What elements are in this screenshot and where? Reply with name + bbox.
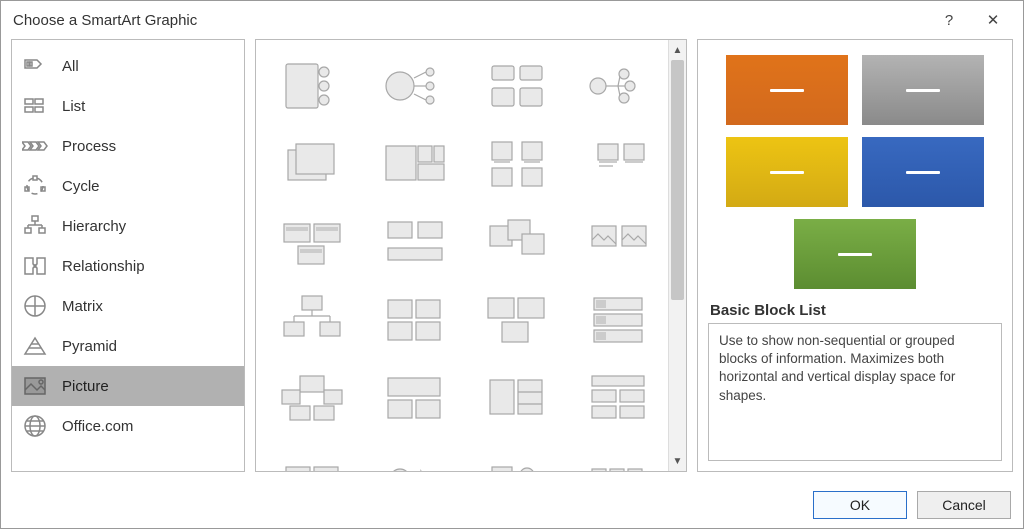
layout-thumb[interactable] — [266, 284, 360, 356]
layout-thumb[interactable] — [572, 50, 666, 122]
category-label: Picture — [62, 378, 109, 395]
preview-title: Basic Block List — [698, 294, 1012, 323]
layout-thumb[interactable] — [368, 128, 462, 200]
cycle-icon — [22, 173, 48, 199]
preview-panel: Basic Block List Use to show non-sequent… — [697, 39, 1013, 472]
layout-thumb[interactable] — [368, 440, 462, 471]
category-label: Matrix — [62, 298, 103, 315]
category-relationship[interactable]: Relationship — [12, 246, 244, 286]
gallery-scrollbar[interactable]: ▲ ▼ — [668, 40, 686, 471]
layout-thumb[interactable] — [470, 284, 564, 356]
dialog-body: All List Process Cycle — [1, 39, 1023, 482]
layout-thumb[interactable] — [368, 50, 462, 122]
pyramid-icon — [22, 333, 48, 359]
titlebar-controls: ? ✕ — [927, 5, 1015, 35]
layout-thumb[interactable] — [470, 128, 564, 200]
process-icon — [22, 133, 48, 159]
preview-block — [726, 137, 848, 207]
category-officecom[interactable]: Office.com — [12, 406, 244, 446]
category-label: List — [62, 98, 85, 115]
layout-thumb[interactable] — [266, 362, 360, 434]
category-label: All — [62, 58, 79, 75]
smartart-dialog: Choose a SmartArt Graphic ? ✕ All List — [0, 0, 1024, 529]
category-pyramid[interactable]: Pyramid — [12, 326, 244, 366]
layout-thumb[interactable] — [266, 440, 360, 471]
preview-block — [726, 55, 848, 125]
matrix-icon — [22, 293, 48, 319]
dialog-title: Choose a SmartArt Graphic — [13, 12, 197, 29]
preview-image — [698, 40, 1012, 294]
layout-thumb[interactable] — [470, 440, 564, 471]
category-label: Relationship — [62, 258, 145, 275]
layout-thumb[interactable] — [470, 50, 564, 122]
scroll-thumb[interactable] — [671, 60, 684, 300]
layout-thumb[interactable] — [572, 128, 666, 200]
scroll-down-button[interactable]: ▼ — [669, 451, 686, 471]
gallery-grid — [266, 50, 666, 471]
category-all[interactable]: All — [12, 46, 244, 86]
hierarchy-icon — [22, 213, 48, 239]
gallery-scroll-region[interactable] — [256, 40, 668, 471]
layout-thumb[interactable] — [470, 362, 564, 434]
category-label: Pyramid — [62, 338, 117, 355]
cancel-button[interactable]: Cancel — [917, 491, 1011, 519]
titlebar: Choose a SmartArt Graphic ? ✕ — [1, 1, 1023, 39]
preview-block — [794, 219, 916, 289]
layout-thumb[interactable] — [266, 206, 360, 278]
scroll-up-button[interactable]: ▲ — [669, 40, 686, 60]
category-list-item[interactable]: List — [12, 86, 244, 126]
close-icon: ✕ — [987, 11, 1000, 29]
layout-gallery: ▲ ▼ — [255, 39, 687, 472]
relationship-icon — [22, 253, 48, 279]
category-label: Cycle — [62, 178, 100, 195]
scroll-track[interactable] — [669, 60, 686, 451]
layout-thumb[interactable] — [572, 440, 666, 471]
category-picture[interactable]: Picture — [12, 366, 244, 406]
category-label: Office.com — [62, 418, 133, 435]
close-button[interactable]: ✕ — [971, 5, 1015, 35]
layout-thumb[interactable] — [572, 206, 666, 278]
all-icon — [22, 53, 48, 79]
layout-thumb[interactable] — [470, 206, 564, 278]
category-hierarchy[interactable]: Hierarchy — [12, 206, 244, 246]
layout-thumb[interactable] — [368, 362, 462, 434]
category-label: Hierarchy — [62, 218, 126, 235]
dialog-footer: OK Cancel — [1, 482, 1023, 528]
category-matrix[interactable]: Matrix — [12, 286, 244, 326]
ok-button[interactable]: OK — [813, 491, 907, 519]
layout-thumb[interactable] — [266, 128, 360, 200]
layout-thumb[interactable] — [266, 50, 360, 122]
layout-thumb[interactable] — [368, 284, 462, 356]
preview-block — [862, 137, 984, 207]
globe-icon — [22, 413, 48, 439]
category-label: Process — [62, 138, 116, 155]
help-icon: ? — [945, 12, 953, 29]
layout-thumb[interactable] — [572, 362, 666, 434]
list-icon — [22, 93, 48, 119]
preview-description: Use to show non-sequential or grouped bl… — [708, 323, 1002, 461]
category-process[interactable]: Process — [12, 126, 244, 166]
category-cycle[interactable]: Cycle — [12, 166, 244, 206]
category-list: All List Process Cycle — [11, 39, 245, 472]
layout-thumb[interactable] — [572, 284, 666, 356]
preview-block — [862, 55, 984, 125]
picture-icon — [22, 373, 48, 399]
layout-thumb[interactable] — [368, 206, 462, 278]
help-button[interactable]: ? — [927, 5, 971, 35]
